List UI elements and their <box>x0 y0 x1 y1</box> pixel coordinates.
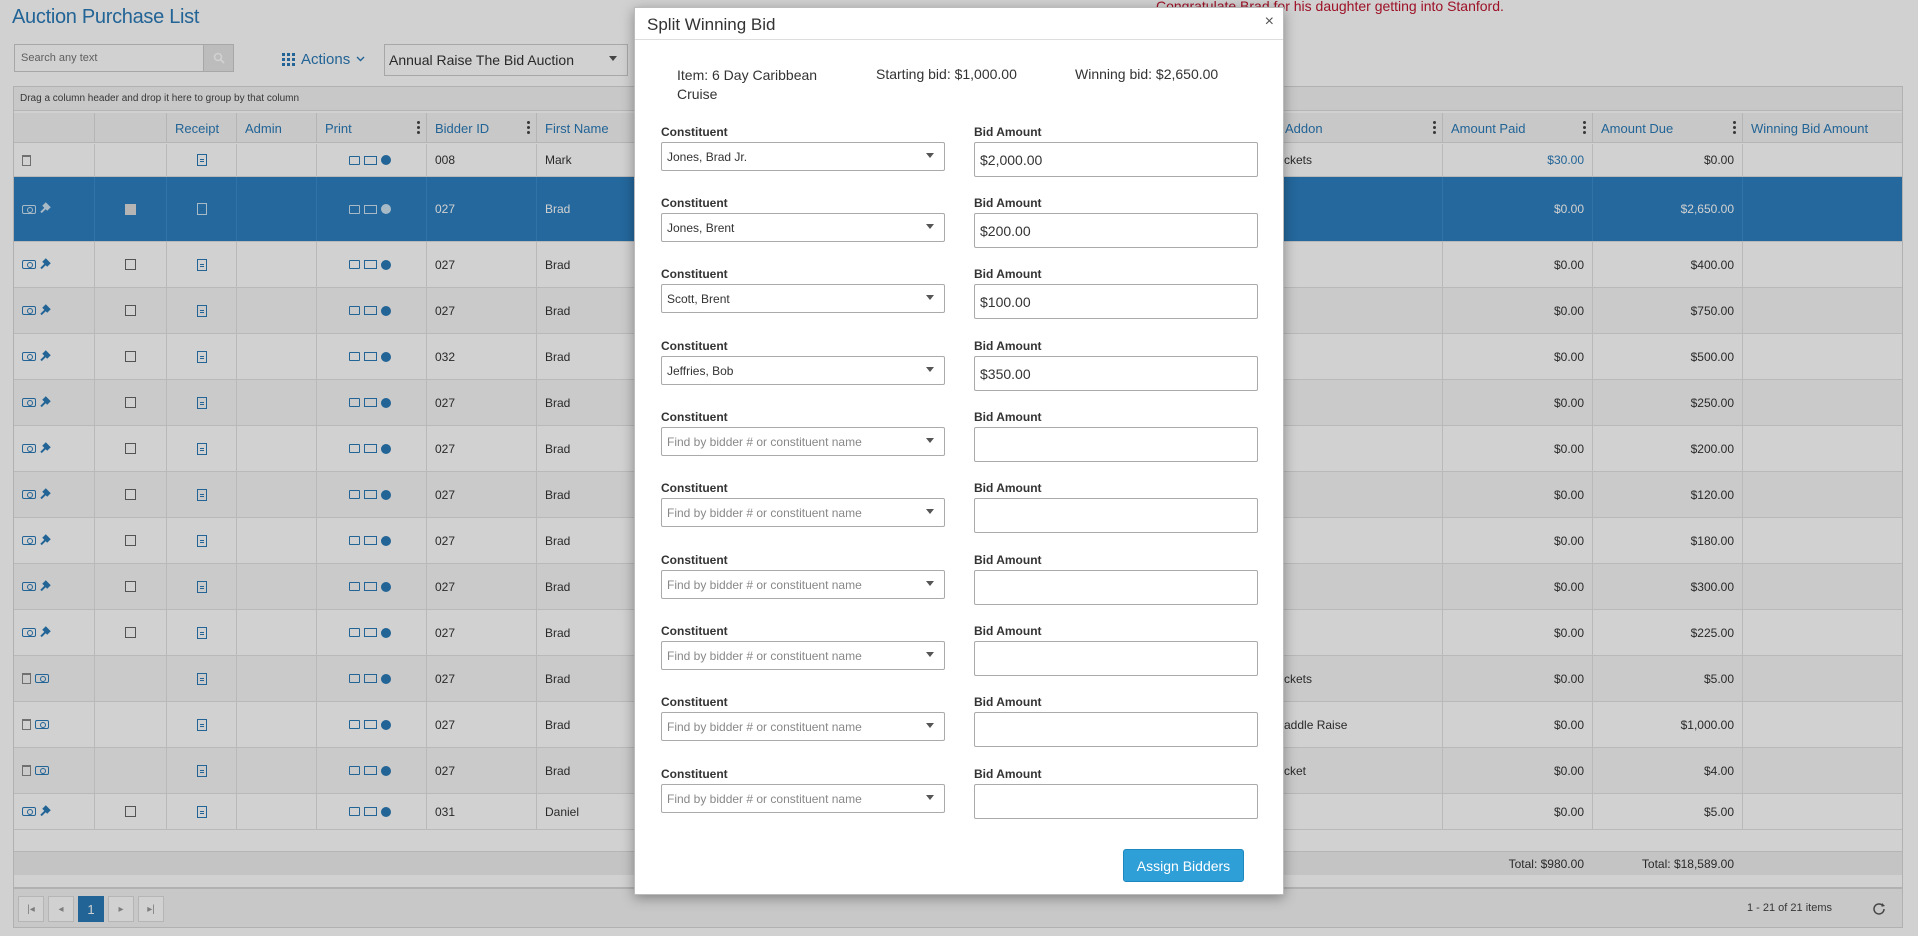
constituent-value: Find by bidder # or constituent name <box>667 720 862 734</box>
split-winning-bid-dialog: Split Winning Bid × Item: 6 Day Caribbea… <box>634 7 1284 895</box>
constituent-value: Find by bidder # or constituent name <box>667 792 862 806</box>
assign-bidders-button[interactable]: Assign Bidders <box>1123 849 1244 882</box>
constituent-label: Constituent <box>661 695 728 709</box>
constituent-label: Constituent <box>661 339 728 353</box>
bid-amount-label: Bid Amount <box>974 767 1042 781</box>
bid-amount-input[interactable] <box>974 498 1258 533</box>
bid-amount-label: Bid Amount <box>974 695 1042 709</box>
bid-amount-input[interactable] <box>974 570 1258 605</box>
bid-amount-input[interactable] <box>974 284 1258 319</box>
caret-down-icon <box>926 581 934 586</box>
constituent-label: Constituent <box>661 410 728 424</box>
constituent-value: Scott, Brent <box>667 292 730 306</box>
constituent-label: Constituent <box>661 125 728 139</box>
bidder-entry: Constituent Bid Amount Scott, Brent <box>661 267 1261 327</box>
bidder-entry: Constituent Bid Amount Find by bidder # or… <box>661 481 1261 541</box>
winning-bid: Winning bid: $2,650.00 <box>1075 66 1219 82</box>
bid-amount-input[interactable] <box>974 142 1258 177</box>
bid-amount-label: Bid Amount <box>974 125 1042 139</box>
bid-amount-input[interactable] <box>974 213 1258 248</box>
bidder-entry: Constituent Bid Amount Jones, Brent <box>661 196 1261 256</box>
bid-amount-label: Bid Amount <box>974 481 1042 495</box>
bid-amount-label: Bid Amount <box>974 267 1042 281</box>
caret-down-icon <box>926 224 934 229</box>
constituent-value: Jones, Brent <box>667 221 735 235</box>
constituent-value: Find by bidder # or constituent name <box>667 506 862 520</box>
constituent-select[interactable]: Jeffries, Bob <box>661 356 945 385</box>
constituent-value: Find by bidder # or constituent name <box>667 649 862 663</box>
item-name: Item: 6 Day Caribbean Cruise <box>677 67 818 102</box>
bid-amount-input[interactable] <box>974 784 1258 819</box>
bid-amount-input[interactable] <box>974 356 1258 391</box>
bidder-entry: Constituent Bid Amount Find by bidder # or… <box>661 695 1261 755</box>
constituent-select[interactable]: Find by bidder # or constituent name <box>661 498 945 527</box>
caret-down-icon <box>926 723 934 728</box>
bid-amount-input[interactable] <box>974 712 1258 747</box>
bidder-entry: Constituent Bid Amount Find by bidder # or… <box>661 410 1261 470</box>
constituent-select[interactable]: Find by bidder # or constituent name <box>661 712 945 741</box>
bid-amount-label: Bid Amount <box>974 339 1042 353</box>
bidder-entry: Constituent Bid Amount Find by bidder # or… <box>661 624 1261 684</box>
bidder-entry: Constituent Bid Amount Jones, Brad Jr. <box>661 125 1261 185</box>
constituent-label: Constituent <box>661 553 728 567</box>
close-icon[interactable]: × <box>1265 13 1274 31</box>
bid-amount-label: Bid Amount <box>974 196 1042 210</box>
constituent-select[interactable]: Jones, Brad Jr. <box>661 142 945 171</box>
constituent-label: Constituent <box>661 267 728 281</box>
dialog-title: Split Winning Bid <box>647 15 776 34</box>
constituent-label: Constituent <box>661 196 728 210</box>
bidder-entry: Constituent Bid Amount Jeffries, Bob <box>661 339 1261 399</box>
constituent-value: Jones, Brad Jr. <box>667 150 748 164</box>
constituent-select[interactable]: Find by bidder # or constituent name <box>661 427 945 456</box>
constituent-label: Constituent <box>661 481 728 495</box>
caret-down-icon <box>926 295 934 300</box>
constituent-select[interactable]: Find by bidder # or constituent name <box>661 570 945 599</box>
bid-amount-label: Bid Amount <box>974 410 1042 424</box>
bidder-entry: Constituent Bid Amount Find by bidder # or… <box>661 553 1261 613</box>
constituent-select[interactable]: Find by bidder # or constituent name <box>661 784 945 813</box>
starting-bid: Starting bid: $1,000.00 <box>876 66 1017 82</box>
constituent-label: Constituent <box>661 624 728 638</box>
caret-down-icon <box>926 795 934 800</box>
caret-down-icon <box>926 438 934 443</box>
constituent-value: Find by bidder # or constituent name <box>667 435 862 449</box>
constituent-select[interactable]: Find by bidder # or constituent name <box>661 641 945 670</box>
caret-down-icon <box>926 367 934 372</box>
bid-amount-input[interactable] <box>974 427 1258 462</box>
bid-amount-label: Bid Amount <box>974 624 1042 638</box>
bidder-entry: Constituent Bid Amount Find by bidder # or… <box>661 767 1261 827</box>
constituent-label: Constituent <box>661 767 728 781</box>
bid-amount-label: Bid Amount <box>974 553 1042 567</box>
constituent-value: Find by bidder # or constituent name <box>667 578 862 592</box>
constituent-select[interactable]: Jones, Brent <box>661 213 945 242</box>
caret-down-icon <box>926 509 934 514</box>
caret-down-icon <box>926 652 934 657</box>
constituent-select[interactable]: Scott, Brent <box>661 284 945 313</box>
bid-amount-input[interactable] <box>974 641 1258 676</box>
caret-down-icon <box>926 153 934 158</box>
dialog-header: Split Winning Bid × <box>635 8 1283 40</box>
constituent-value: Jeffries, Bob <box>667 364 734 378</box>
